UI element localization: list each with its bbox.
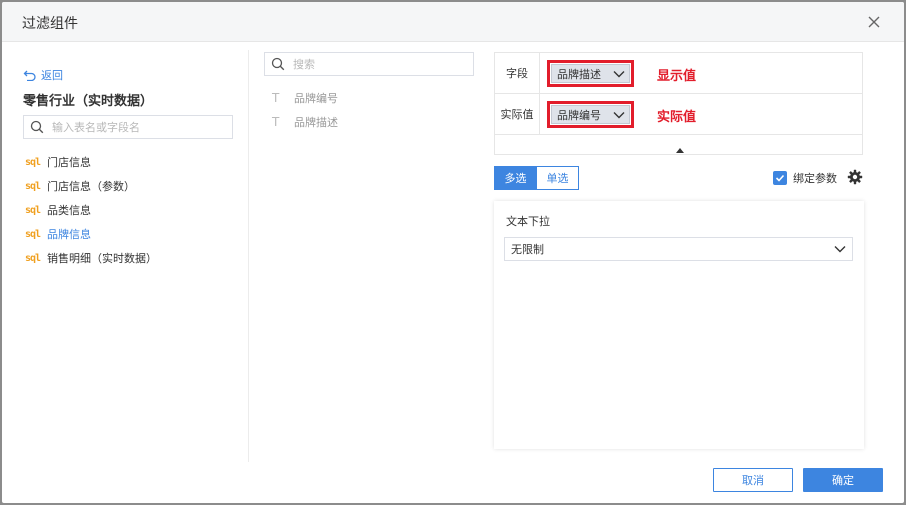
dialog-header: 过滤组件 xyxy=(2,2,904,42)
back-link[interactable]: 返回 xyxy=(23,67,63,83)
back-arrow-icon xyxy=(23,70,36,81)
table-item-label: 销售明细（实时数据） xyxy=(47,252,157,265)
table-item-store-info-param[interactable]: sql 门店信息（参数） xyxy=(25,174,157,198)
field-item-brand-desc[interactable]: T 品牌描述 xyxy=(272,110,338,134)
field-mapping-table: 字段 品牌描述 显示值 实际值 品牌编号 实际值 xyxy=(494,52,863,155)
display-field-select[interactable]: 品牌描述 xyxy=(547,60,634,87)
display-value-annotation: 显示值 xyxy=(657,69,697,84)
text-type-icon: T xyxy=(272,115,280,129)
bind-param-label: 绑定参数 xyxy=(793,172,837,185)
table-list: sql 门店信息 sql 门店信息（参数） sql 品类信息 sql 品牌信息 … xyxy=(25,150,157,270)
actual-field-value: 品牌编号 xyxy=(557,108,601,122)
close-icon[interactable] xyxy=(864,12,884,32)
field-search-box[interactable] xyxy=(264,52,474,76)
column-divider xyxy=(248,50,249,462)
multi-select-button[interactable]: 多选 xyxy=(494,166,537,190)
display-field-value: 品牌描述 xyxy=(557,67,601,81)
field-search-input[interactable] xyxy=(293,57,463,71)
component-preview: 文本下拉 无限制 xyxy=(494,201,864,449)
field-item-label: 品牌描述 xyxy=(294,116,338,129)
mapping-row-label: 字段 xyxy=(495,53,540,93)
chevron-down-icon xyxy=(613,70,625,77)
search-icon xyxy=(271,57,285,71)
table-item-sales-detail[interactable]: sql 销售明细（实时数据） xyxy=(25,246,157,270)
table-search-input[interactable] xyxy=(52,120,222,134)
field-list: T 品牌编号 T 品牌描述 xyxy=(272,86,338,134)
collapse-triangle-icon[interactable] xyxy=(675,140,685,153)
package-title: 零售行业（实时数据） xyxy=(23,94,154,109)
mapping-row-actual: 实际值 品牌编号 实际值 xyxy=(495,94,862,135)
table-item-label: 品牌信息 xyxy=(47,228,91,241)
check-icon xyxy=(775,174,785,182)
sql-icon: sql xyxy=(25,252,41,264)
chevron-down-icon xyxy=(613,111,625,118)
sql-icon: sql xyxy=(25,156,41,168)
search-icon xyxy=(30,120,44,134)
preview-dropdown-value: 无限制 xyxy=(511,243,544,256)
preview-label: 文本下拉 xyxy=(506,215,550,228)
sql-icon: sql xyxy=(25,180,41,192)
cancel-button[interactable]: 取消 xyxy=(713,468,793,492)
preview-dropdown[interactable]: 无限制 xyxy=(504,237,853,261)
dialog-title: 过滤组件 xyxy=(22,16,78,32)
sql-icon: sql xyxy=(25,228,41,240)
gear-icon[interactable] xyxy=(847,169,863,185)
table-item-label: 门店信息（参数） xyxy=(47,180,135,193)
table-item-label: 门店信息 xyxy=(47,156,91,169)
table-item-category-info[interactable]: sql 品类信息 xyxy=(25,198,157,222)
chevron-down-icon xyxy=(834,246,846,253)
selection-mode-toggle: 多选 单选 xyxy=(494,166,579,190)
field-item-brand-code[interactable]: T 品牌编号 xyxy=(272,86,338,110)
mapping-row-label: 实际值 xyxy=(495,94,540,134)
field-item-label: 品牌编号 xyxy=(294,92,338,105)
confirm-button[interactable]: 确定 xyxy=(803,468,883,492)
single-select-button[interactable]: 单选 xyxy=(536,166,579,190)
back-label: 返回 xyxy=(41,69,63,82)
table-item-store-info[interactable]: sql 门店信息 xyxy=(25,150,157,174)
bind-param-checkbox[interactable] xyxy=(773,171,787,185)
filter-component-dialog: 过滤组件 返回 零售行业（实时数据） sql 门店信息 sql 门店信息（参数）… xyxy=(2,2,904,503)
table-item-brand-info[interactable]: sql 品牌信息 xyxy=(25,222,157,246)
table-item-label: 品类信息 xyxy=(47,204,91,217)
sql-icon: sql xyxy=(25,204,41,216)
table-search-box[interactable] xyxy=(23,115,233,139)
actual-field-select[interactable]: 品牌编号 xyxy=(547,101,634,128)
text-type-icon: T xyxy=(272,91,280,105)
bind-param-option[interactable]: 绑定参数 xyxy=(773,170,837,186)
actual-value-annotation: 实际值 xyxy=(657,110,697,125)
mapping-row-display: 字段 品牌描述 显示值 xyxy=(495,53,862,94)
